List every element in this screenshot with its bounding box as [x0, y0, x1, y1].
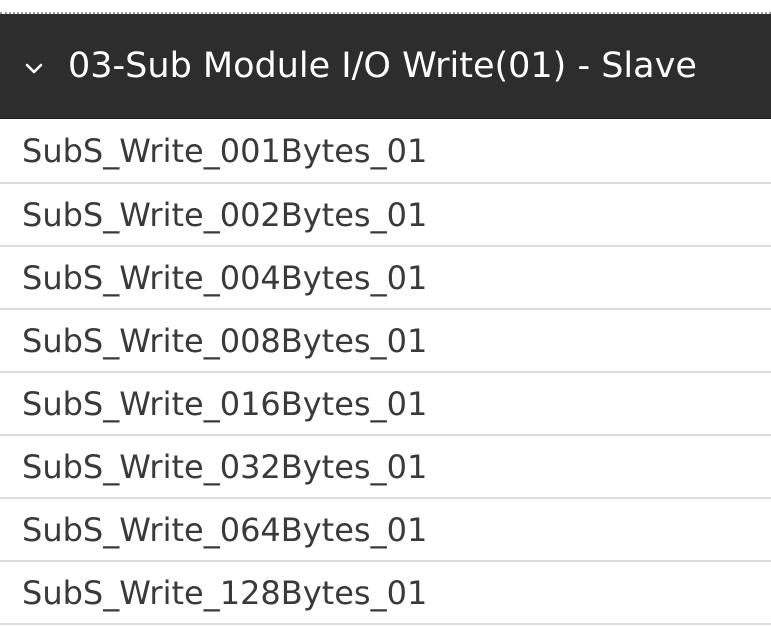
list-item[interactable]: SubS_Write_016Bytes_01 — [0, 373, 771, 436]
group-title: 03-Sub Module I/O Write(01) - Slave — [68, 45, 697, 86]
list-item[interactable]: SubS_Write_064Bytes_01 — [0, 499, 771, 562]
list-item-label: SubS_Write_002Bytes_01 — [22, 195, 428, 234]
group-header-sub-module-io-write[interactable]: 03-Sub Module I/O Write(01) - Slave — [0, 14, 771, 119]
list-item-label: SubS_Write_008Bytes_01 — [22, 321, 428, 360]
list-item[interactable]: SubS_Write_008Bytes_01 — [0, 310, 771, 373]
chevron-down-icon[interactable] — [22, 57, 46, 81]
list-item-label: SubS_Write_004Bytes_01 — [22, 258, 428, 297]
top-divider — [0, 0, 771, 14]
list-item[interactable]: SubS_Write_004Bytes_01 — [0, 247, 771, 310]
list-item[interactable]: SubS_Write_002Bytes_01 — [0, 184, 771, 247]
list-item[interactable]: SubS_Write_001Bytes_01 — [0, 119, 771, 184]
list-item[interactable]: SubS_Write_128Bytes_01 — [0, 562, 771, 625]
list-item-label: SubS_Write_001Bytes_01 — [22, 131, 428, 170]
list-item-label: SubS_Write_016Bytes_01 — [22, 384, 428, 423]
list-item-label: SubS_Write_128Bytes_01 — [22, 573, 428, 612]
item-list: SubS_Write_001Bytes_01 SubS_Write_002Byt… — [0, 119, 771, 625]
list-item-label: SubS_Write_032Bytes_01 — [22, 447, 428, 486]
module-tree-panel: 03-Sub Module I/O Write(01) - Slave SubS… — [0, 0, 771, 626]
list-item-label: SubS_Write_064Bytes_01 — [22, 510, 428, 549]
list-item[interactable]: SubS_Write_032Bytes_01 — [0, 436, 771, 499]
